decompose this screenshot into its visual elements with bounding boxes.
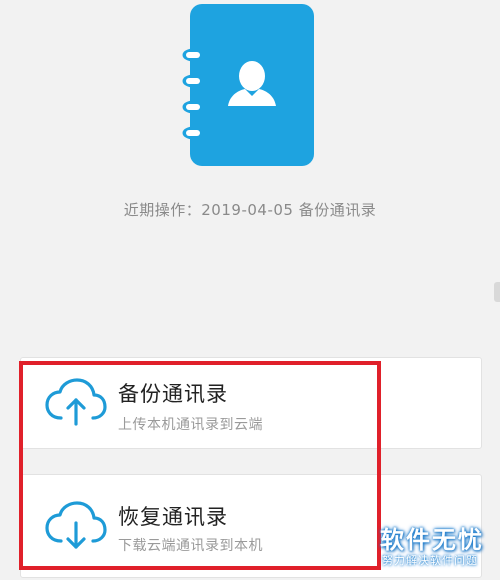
highlight-frame [19, 361, 381, 570]
edge-scroll-handle [494, 282, 500, 302]
watermark-subtitle: 努力解决软件问题 [382, 554, 478, 567]
recent-operation-text: 近期操作：2019-04-05 备份通讯录 [123, 201, 377, 219]
contact-book-icon [182, 4, 314, 166]
watermark-logo: 软件无忧 努力解决软件问题 [368, 518, 496, 576]
watermark-title: 软件无忧 [380, 526, 484, 554]
